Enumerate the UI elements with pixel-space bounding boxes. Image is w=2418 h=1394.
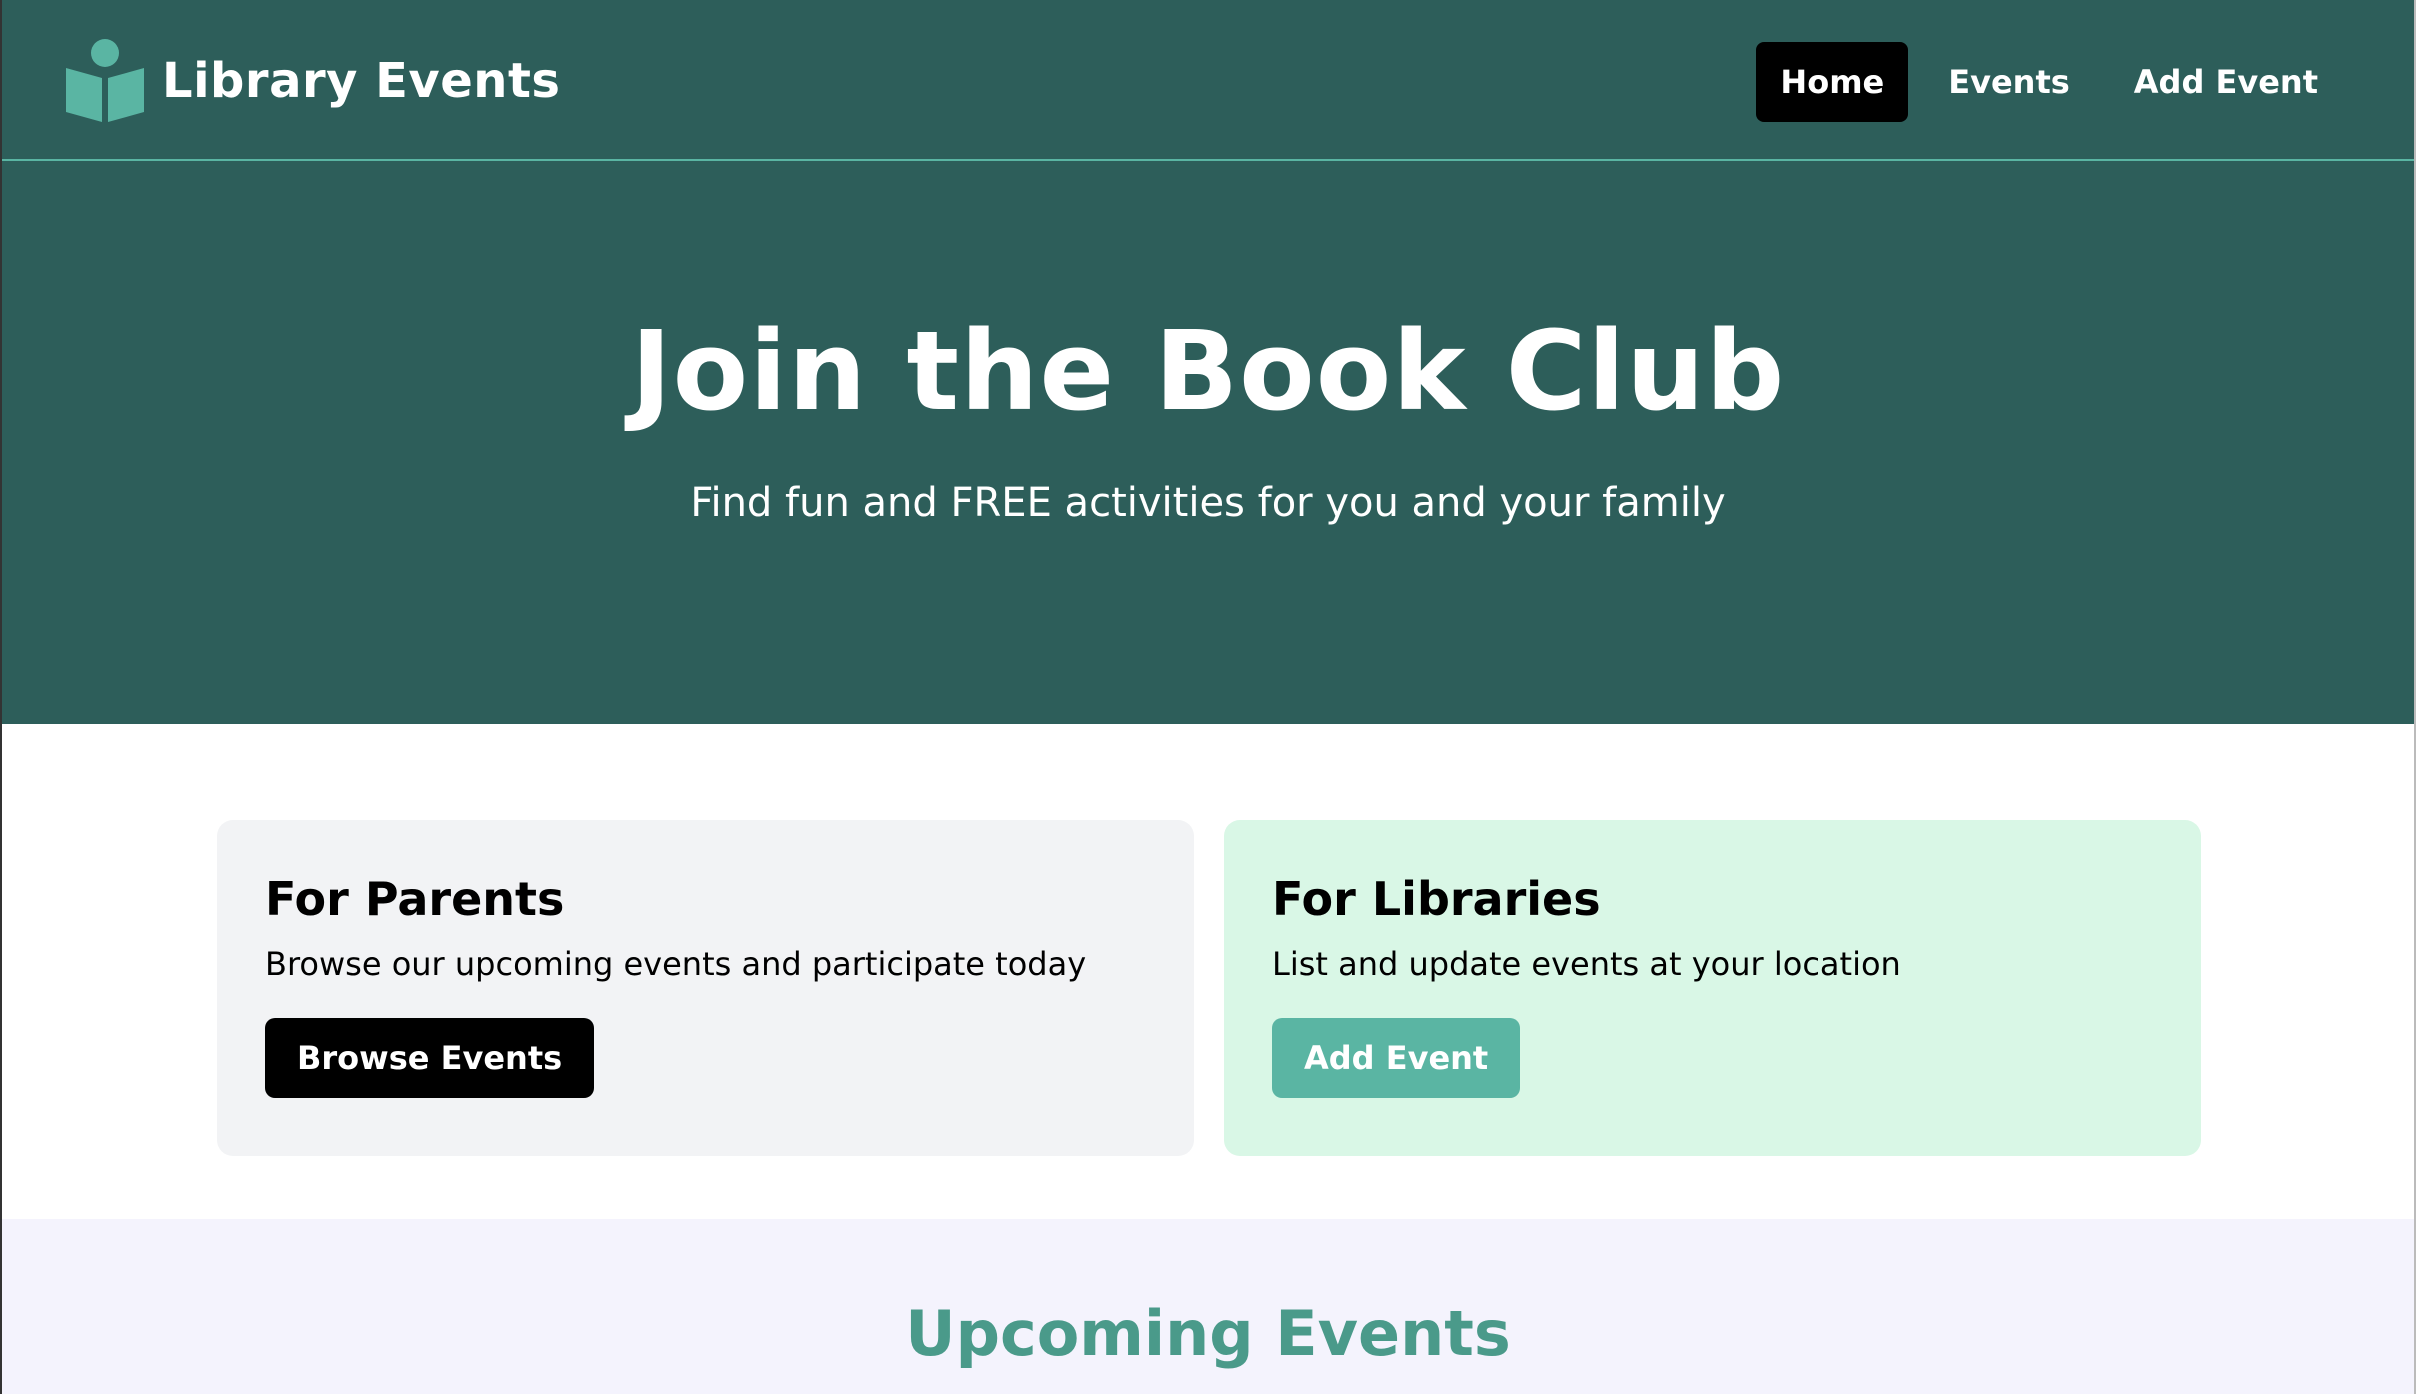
brand-link[interactable]: Library Events xyxy=(64,38,560,124)
hero-section: Join the Book Club Find fun and FREE act… xyxy=(2,161,2414,724)
libraries-card-text: List and update events at your location xyxy=(1272,945,1901,984)
hero-subtitle: Find fun and FREE activities for you and… xyxy=(690,480,1726,526)
libraries-card: For Libraries List and update events at … xyxy=(1224,820,2201,1156)
page: Library Events Home Events Add Event Joi… xyxy=(0,0,2416,1394)
upcoming-events-section: Upcoming Events xyxy=(2,1219,2414,1394)
browse-events-button[interactable]: Browse Events xyxy=(265,1017,595,1098)
reader-book-icon xyxy=(66,39,144,122)
nav-add-event[interactable]: Add Event xyxy=(2110,42,2342,122)
main-nav: Home Events Add Event xyxy=(1740,42,2342,122)
parents-card-text: Browse our upcoming events and participa… xyxy=(265,945,1087,984)
audience-cards: For Parents Browse our upcoming events a… xyxy=(217,820,2201,1156)
upcoming-events-title: Upcoming Events xyxy=(905,1297,1511,1370)
hero-title: Join the Book Club xyxy=(630,307,1786,435)
nav-home[interactable]: Home xyxy=(1756,42,1909,122)
nav-events[interactable]: Events xyxy=(1924,42,2094,122)
brand-name: Library Events xyxy=(162,53,561,109)
parents-card-title: For Parents xyxy=(265,872,565,926)
top-navbar: Library Events Home Events Add Event xyxy=(2,0,2414,161)
libraries-card-title: For Libraries xyxy=(1272,872,1601,926)
add-event-button[interactable]: Add Event xyxy=(1272,1017,1521,1098)
parents-card: For Parents Browse our upcoming events a… xyxy=(217,820,1194,1156)
